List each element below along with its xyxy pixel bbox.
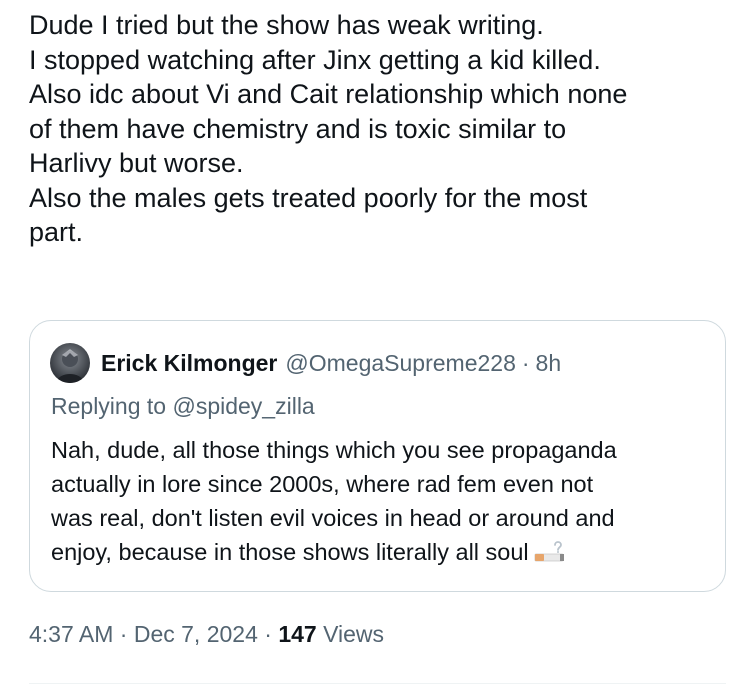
- quoted-author-name[interactable]: Erick Kilmonger: [101, 350, 277, 377]
- replying-to-label: Replying to: [51, 393, 167, 419]
- tweet-text-line: I stopped watching after Jinx getting a …: [29, 44, 601, 75]
- quoted-text-line: enjoy, because in those shows literally …: [51, 535, 721, 573]
- separator-dot: ·: [119, 621, 128, 647]
- tweet-text-line: Dude I tried but the show has weak writi…: [29, 10, 544, 40]
- tweet-text-line: Also idc about Vi and Cait relationship …: [29, 79, 628, 109]
- quoted-tweet-header: Erick Kilmonger @OmegaSupreme228 · 8h: [50, 341, 561, 385]
- quoted-author-handle[interactable]: @OmegaSupreme228: [285, 350, 515, 377]
- tweet-text: Dude I tried but the show has weak writi…: [29, 8, 744, 250]
- separator-dot: ·: [521, 349, 530, 376]
- tweet-meta: 4:37 AM · Dec 7, 2024 · 147 Views: [29, 621, 384, 648]
- quoted-tweet-text: Nah, dude, all those things which you se…: [51, 433, 721, 573]
- quoted-tweet-card[interactable]: Erick Kilmonger @OmegaSupreme228 · 8h Re…: [29, 320, 726, 592]
- tweet-text-line: part.: [29, 217, 84, 247]
- views-label[interactable]: Views: [323, 621, 384, 647]
- user-avatar-icon[interactable]: [50, 343, 90, 383]
- replying-to-handle[interactable]: @spidey_zilla: [172, 393, 314, 419]
- views-count[interactable]: 147: [278, 621, 316, 647]
- separator-dot: ·: [264, 621, 272, 647]
- quoted-text-line: Nah, dude, all those things which you se…: [51, 437, 617, 463]
- replying-to-line: Replying to @spidey_zilla: [51, 393, 315, 420]
- divider: [29, 683, 726, 684]
- quoted-text-line: was real, don't listen evil voices in he…: [51, 505, 615, 531]
- tweet-time[interactable]: 4:37 AM: [29, 621, 113, 647]
- quoted-timestamp[interactable]: 8h: [536, 350, 562, 377]
- quoted-text-line: actually in lore since 2000s, where rad …: [51, 471, 594, 497]
- tweet-text-line: Harlivy but worse.: [29, 148, 244, 178]
- quoted-text-line-content: enjoy, because in those shows literally …: [51, 539, 529, 565]
- tweet-text-line: of them have chemistry and is toxic simi…: [29, 113, 567, 144]
- tweet-text-line: Also the males gets treated poorly for t…: [29, 182, 588, 213]
- cigarette-question-emoji-icon: [533, 538, 567, 573]
- tweet-date[interactable]: Dec 7, 2024: [134, 621, 258, 647]
